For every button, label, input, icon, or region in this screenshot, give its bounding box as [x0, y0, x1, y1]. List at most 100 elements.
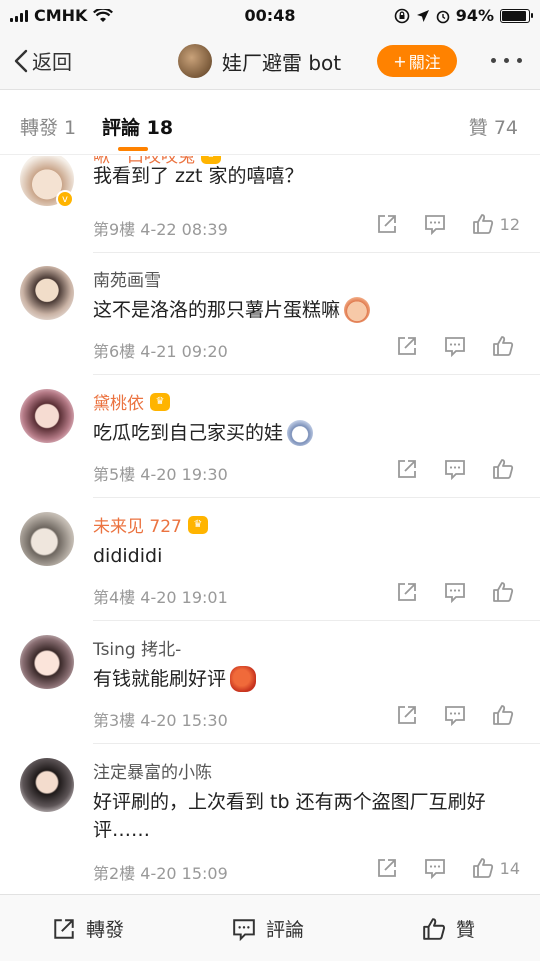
reply-comment-button[interactable] [424, 857, 446, 879]
comment-body: 这不是洛洛的那只薯片蛋糕嘛 [93, 299, 341, 321]
tab-likes[interactable]: 贊 74 [469, 113, 518, 140]
back-button[interactable]: 返回 [14, 46, 72, 75]
avatar[interactable] [20, 266, 74, 320]
vip-badge-icon: ♛ [187, 515, 208, 534]
verified-badge-icon: v [56, 190, 74, 208]
comment-meta: 第9樓 4-22 08:39 [93, 216, 228, 240]
comment-author[interactable]: 未来见 727 ♛ [93, 512, 208, 537]
comment-body: 有钱就能刷好评 [93, 668, 227, 690]
repost-comment-button[interactable] [396, 335, 418, 357]
comment-text: 好评刷的，上次看到 tb 还有两个盗图厂互刷好评…… [93, 788, 523, 844]
avatar[interactable] [20, 758, 74, 812]
emoji-icon [344, 297, 371, 323]
repost-comment-button[interactable] [396, 458, 418, 480]
comment-icon [445, 583, 465, 603]
thumbs-up-icon [493, 582, 514, 602]
comment-author[interactable]: 南苑画雪 [93, 266, 161, 291]
comment-meta: 第2樓 4-20 15:09 [93, 860, 228, 884]
page-title: 娃厂避雷 bot [222, 50, 342, 75]
like-comment-button[interactable]: 12 [472, 213, 520, 235]
share-icon [377, 215, 396, 233]
repost-comment-button[interactable] [396, 581, 418, 603]
comment-text: 吃瓜吃到自己家买的娃 [93, 419, 523, 447]
repost-comment-button[interactable] [376, 213, 398, 235]
like-comment-button[interactable] [492, 335, 520, 357]
thumbs-up-icon [472, 858, 493, 878]
share-icon [398, 337, 416, 355]
follow-button[interactable]: + 關注 [377, 45, 457, 77]
alarm-icon [436, 10, 450, 23]
comment-actions [396, 704, 520, 726]
comment-text: didididi [93, 542, 523, 570]
reply-comment-button[interactable] [444, 335, 466, 357]
reply-comment-button[interactable] [444, 458, 466, 480]
thumbs-up-icon [493, 705, 514, 725]
repost-comment-button[interactable] [376, 857, 398, 879]
battery-icon [500, 8, 533, 23]
rotation-lock-icon [394, 8, 410, 23]
comment-author[interactable]: 注定暴富的小陈 [93, 758, 212, 783]
floor-number: 第4樓 [93, 588, 136, 607]
comment-item: 注定暴富的小陈 好评刷的，上次看到 tb 还有两个盗图厂互刷好评…… 第2樓 4… [0, 744, 540, 894]
like-comment-button[interactable] [492, 458, 520, 480]
comment-time: 4-21 09:20 [140, 342, 228, 361]
comment-text: 这不是洛洛的那只薯片蛋糕嘛 [93, 296, 523, 324]
back-label: 返回 [32, 50, 72, 74]
avatar[interactable] [20, 389, 74, 443]
reply-comment-button[interactable] [424, 213, 446, 235]
repost-comment-button[interactable] [396, 704, 418, 726]
like-comment-button[interactable] [492, 581, 520, 603]
more-options-button[interactable] [491, 58, 522, 63]
author-name: 注定暴富的小陈 [93, 763, 212, 783]
comment-author[interactable]: 黛桃依 ♛ [93, 389, 170, 414]
vip-badge-icon: ♛ [150, 392, 170, 411]
reply-comment-button[interactable] [444, 704, 466, 726]
author-name: 黛桃依 [93, 394, 144, 414]
floor-number: 第5樓 [93, 465, 136, 484]
author-name: 未来见 727 [93, 517, 182, 537]
thumbs-up-icon [493, 336, 514, 356]
comment-time: 4-20 15:30 [140, 711, 228, 730]
floor-number: 第6樓 [93, 342, 136, 361]
comment-meta: 第6樓 4-21 09:20 [93, 338, 228, 362]
share-icon [398, 706, 416, 724]
comment-icon [445, 337, 465, 357]
account-header[interactable]: 娃厂避雷 bot [178, 44, 341, 78]
account-avatar[interactable] [178, 44, 212, 78]
avatar[interactable] [20, 512, 74, 566]
tab-comments[interactable]: 評論 18 [102, 113, 173, 140]
chevron-left-icon [14, 49, 28, 72]
like-comment-button[interactable]: 14 [472, 857, 520, 879]
comment-label: 評論 [266, 919, 305, 941]
tab-reposts[interactable]: 轉發 1 [20, 113, 76, 140]
author-name: Tsing 拷北- [93, 640, 182, 660]
avatar[interactable] [20, 635, 74, 689]
like-button[interactable]: 贊 [422, 915, 475, 942]
location-icon [416, 9, 429, 22]
comment-item: Tsing 拷北- 有钱就能刷好评 第3樓 4-20 15:30 [0, 621, 540, 745]
floor-number: 第3樓 [93, 711, 136, 730]
share-icon [398, 460, 416, 478]
comment-author[interactable]: Tsing 拷北- [93, 635, 181, 660]
comment-actions: 12 [376, 213, 520, 235]
comment-time: 4-20 19:30 [140, 465, 228, 484]
comment-button[interactable]: 評論 [232, 915, 304, 942]
author-name: 南苑画雪 [93, 271, 161, 291]
comment-time: 4-22 08:39 [140, 220, 228, 239]
comment-text: 我看到了 zzt 家的嘻嘻？ [93, 162, 523, 190]
like-comment-button[interactable] [492, 704, 520, 726]
comment-body: didididi [93, 545, 163, 567]
more-dot-icon [504, 58, 509, 63]
active-tab-indicator [118, 147, 148, 151]
share-icon [398, 583, 416, 601]
bottom-action-bar: 轉發 評論 贊 [0, 894, 540, 961]
share-icon [54, 918, 74, 939]
floor-number: 第9樓 [93, 220, 136, 239]
thumbs-up-icon [493, 459, 514, 479]
repost-button[interactable]: 轉發 [52, 915, 124, 942]
like-label: 贊 [456, 919, 476, 941]
reply-comment-button[interactable] [444, 581, 466, 603]
like-count: 14 [499, 858, 520, 878]
comment-actions [396, 335, 520, 357]
comment-meta: 第3樓 4-20 15:30 [93, 707, 228, 731]
